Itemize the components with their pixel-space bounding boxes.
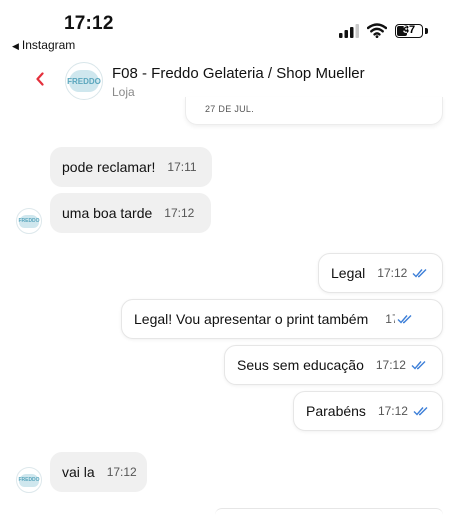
- sender-avatar[interactable]: FREDDO: [16, 208, 42, 234]
- message-text: Legal: [331, 265, 366, 281]
- status-time: 17:12: [64, 13, 114, 34]
- back-to-app-link[interactable]: ◀ Instagram: [12, 38, 75, 52]
- wifi-icon: [367, 23, 387, 38]
- shop-avatar[interactable]: FREDDO: [65, 62, 103, 100]
- message-incoming[interactable]: pode reclamar! 17:11: [50, 147, 212, 187]
- chevron-left-icon: [36, 72, 44, 86]
- cellular-signal-icon: [339, 23, 359, 38]
- conversation-title[interactable]: F08 - Freddo Gelateria / Shop Mueller: [112, 65, 365, 82]
- date-separator: 27 DE JUL.: [185, 97, 443, 125]
- freddo-logo: FREDDO: [67, 70, 101, 92]
- message-text: Seus sem educação: [237, 357, 364, 373]
- message-text: uma boa tarde: [62, 205, 153, 221]
- message-text: Parabéns: [306, 403, 366, 419]
- message-incoming[interactable]: vai la 17:12: [50, 452, 147, 492]
- message-time: 17:12: [106, 465, 137, 479]
- read-receipt-icon: [412, 268, 428, 278]
- message-time: 17:12: [377, 404, 408, 418]
- date-separator-label: 27 DE JUL.: [205, 104, 255, 114]
- message-time: 17:12: [375, 358, 406, 372]
- message-time: 17:12: [377, 266, 408, 280]
- message-time: 17:11: [167, 160, 197, 174]
- freddo-logo-small: FREDDO: [18, 473, 40, 487]
- battery-icon: 37: [395, 23, 423, 38]
- read-receipt-icon: [411, 360, 427, 370]
- message-outgoing[interactable]: Legal 17:12: [318, 253, 443, 293]
- conversation-subtitle: Loja: [112, 85, 135, 99]
- message-outgoing[interactable]: Parabéns 17:12: [293, 391, 443, 431]
- back-app-label: Instagram: [21, 38, 76, 52]
- back-button[interactable]: [27, 66, 53, 92]
- back-triangle-icon: ◀: [12, 41, 19, 51]
- freddo-logo-small: FREDDO: [18, 214, 40, 228]
- message-time: 17:12: [385, 312, 395, 326]
- read-receipt-icon: [397, 314, 413, 324]
- sender-avatar[interactable]: FREDDO: [16, 467, 42, 493]
- message-time: 17:12: [164, 206, 195, 220]
- message-outgoing[interactable]: Legal! Vou apresentar o print também 17:…: [121, 299, 443, 339]
- message-text: vai la: [62, 464, 95, 480]
- message-text: Legal! Vou apresentar o print também: [134, 311, 369, 327]
- message-incoming[interactable]: uma boa tarde 17:12: [50, 193, 211, 233]
- status-icons: 37: [339, 23, 428, 38]
- message-text: pode reclamar!: [62, 159, 156, 175]
- battery-nub: [425, 27, 428, 34]
- message-outgoing[interactable]: Seus sem educação 17:12: [224, 345, 443, 385]
- battery-level: 37: [402, 23, 416, 36]
- read-receipt-icon: [413, 406, 429, 416]
